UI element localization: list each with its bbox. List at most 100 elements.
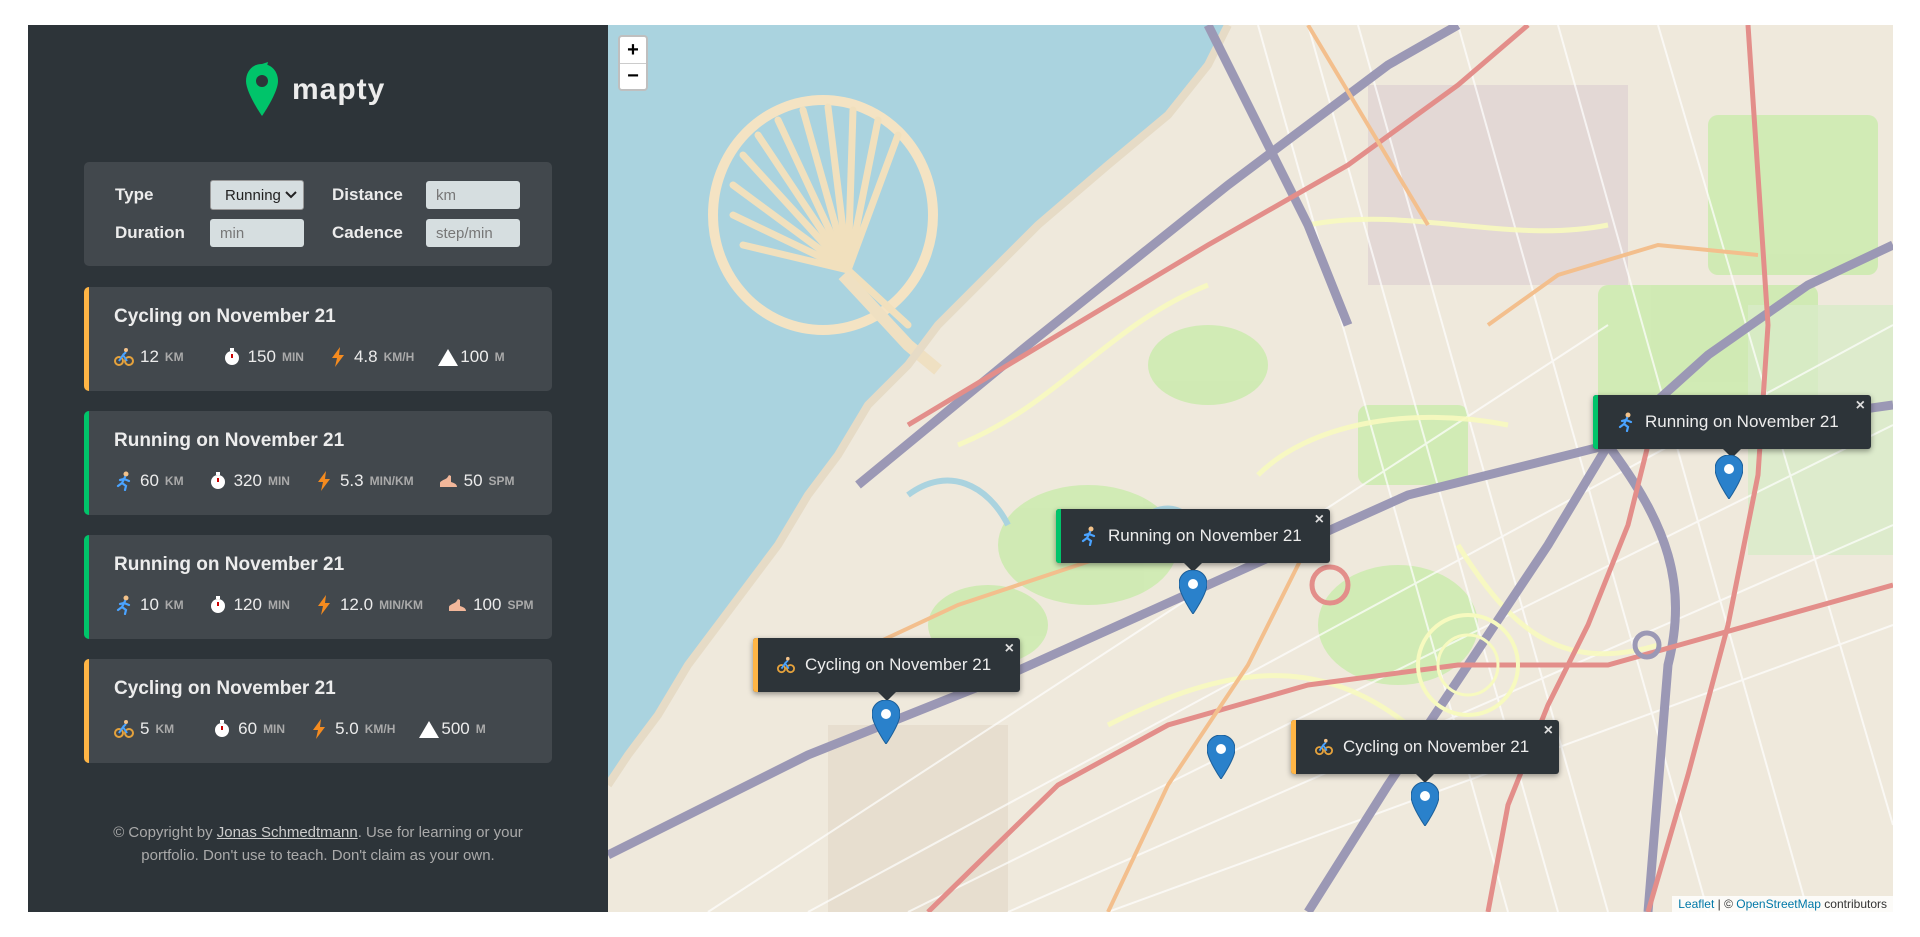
workout-popup[interactable]: Cycling on November 21 × bbox=[1291, 720, 1559, 783]
distance-unit: km bbox=[164, 350, 184, 364]
workout-popup[interactable]: Running on November 21 × bbox=[1056, 509, 1330, 572]
popup-close-button[interactable]: × bbox=[1315, 511, 1324, 529]
workout-distance: 12 km bbox=[114, 347, 184, 367]
type-select[interactable]: Running bbox=[210, 180, 304, 210]
copyright-text: © Copyright by Jonas Schmedtmann. Use fo… bbox=[84, 821, 552, 867]
distance-value: 12 bbox=[140, 347, 159, 366]
workout-title: Cycling on November 21 bbox=[114, 678, 336, 699]
workout-item[interactable]: Running on November 21 60 km 320 min bbox=[84, 411, 552, 515]
workout-title: Running on November 21 bbox=[114, 430, 345, 451]
popup-text: Running on November 21 bbox=[1645, 412, 1839, 431]
workout-title: Running on November 21 bbox=[114, 554, 345, 575]
workout-item[interactable]: Cycling on November 21 12 km 150 min bbox=[84, 287, 552, 391]
workout-speed: 5.0 km/h bbox=[309, 719, 395, 739]
duration-value: 320 bbox=[233, 471, 262, 490]
duration-value: 120 bbox=[233, 595, 262, 614]
runner-icon bbox=[114, 471, 134, 491]
workout-item[interactable]: Running on November 21 10 km 120 min bbox=[84, 535, 552, 639]
map-tiles[interactable] bbox=[608, 25, 1893, 912]
workout-speed: 4.8 km/h bbox=[328, 347, 414, 367]
workout-details: 5 km 60 min 5.0 km/h bbox=[114, 719, 510, 739]
map-marker[interactable] bbox=[872, 700, 900, 744]
pace-value: 12.0 bbox=[339, 595, 374, 614]
attribution-suffix: contributors bbox=[1820, 897, 1887, 911]
pace-unit: min/km bbox=[379, 598, 424, 612]
lightning-icon bbox=[309, 719, 329, 739]
cadence-input[interactable]: step/min bbox=[426, 219, 520, 247]
mountain-icon bbox=[419, 719, 440, 739]
workout-duration: 120 min bbox=[208, 595, 290, 615]
workout-distance: 60 km bbox=[114, 471, 184, 491]
workout-form: Type Running Distance km Duration min Ca… bbox=[84, 162, 552, 266]
workout-pace: 5.3 min/km bbox=[314, 471, 414, 491]
zoom-in-button[interactable]: + bbox=[620, 37, 646, 63]
workout-type-stripe bbox=[84, 287, 89, 391]
popup-close-button[interactable]: × bbox=[1856, 397, 1865, 415]
cyclist-icon bbox=[777, 656, 795, 674]
map-marker[interactable] bbox=[1715, 455, 1743, 499]
popup-text: Cycling on November 21 bbox=[1343, 737, 1530, 756]
popup-text: Running on November 21 bbox=[1108, 526, 1302, 545]
workout-popup[interactable]: Running on November 21 × bbox=[1593, 395, 1871, 458]
stopwatch-icon bbox=[208, 595, 228, 615]
pace-value: 5.3 bbox=[339, 471, 364, 490]
elevation-value: 500 bbox=[441, 719, 470, 738]
speed-value: 4.8 bbox=[353, 347, 378, 366]
popup-type-stripe bbox=[1291, 720, 1296, 774]
map[interactable]: + − Running on November 21 × Running on … bbox=[608, 25, 1893, 912]
app-container: mapty Type Running Distance km Duration … bbox=[28, 25, 1893, 912]
copyright-prefix: © Copyright by bbox=[113, 824, 217, 841]
cadence-placeholder: step/min bbox=[436, 224, 493, 242]
lightning-icon bbox=[314, 471, 334, 491]
distance-placeholder: km bbox=[436, 186, 456, 204]
distance-input[interactable]: km bbox=[426, 181, 520, 209]
distance-unit: km bbox=[155, 722, 175, 736]
workout-duration: 320 min bbox=[208, 471, 290, 491]
app-name: mapty bbox=[292, 73, 386, 106]
cadence-unit: spm bbox=[488, 474, 515, 488]
lightning-icon bbox=[314, 595, 334, 615]
type-select-value: Running bbox=[225, 186, 281, 204]
map-marker[interactable] bbox=[1179, 570, 1207, 614]
stopwatch-icon bbox=[222, 347, 242, 367]
duration-unit: min bbox=[281, 350, 304, 364]
runner-icon bbox=[1617, 412, 1635, 432]
popup-close-button[interactable]: × bbox=[1005, 640, 1014, 658]
pace-unit: min/km bbox=[369, 474, 414, 488]
cadence-unit: spm bbox=[507, 598, 534, 612]
type-label: Type bbox=[115, 185, 154, 204]
runner-icon bbox=[114, 595, 134, 615]
distance-value: 10 bbox=[140, 595, 159, 614]
cyclist-icon bbox=[114, 347, 134, 367]
duration-unit: min bbox=[263, 722, 286, 736]
workout-popup[interactable]: Cycling on November 21 × bbox=[753, 638, 1020, 701]
author-link[interactable]: Jonas Schmedtmann bbox=[217, 824, 358, 841]
cadence-label: Cadence bbox=[332, 223, 403, 242]
popup-text: Cycling on November 21 bbox=[805, 655, 992, 674]
workout-distance: 5 km bbox=[114, 719, 174, 739]
distance-unit: km bbox=[164, 474, 184, 488]
duration-placeholder: min bbox=[220, 224, 245, 242]
duration-label: Duration bbox=[115, 223, 185, 242]
map-attribution: Leaflet | © OpenStreetMap contributors bbox=[1672, 896, 1893, 912]
workout-title: Cycling on November 21 bbox=[114, 306, 336, 327]
speed-value: 5.0 bbox=[335, 719, 359, 738]
zoom-out-button[interactable]: − bbox=[620, 63, 646, 89]
popup-close-button[interactable]: × bbox=[1544, 722, 1553, 740]
leaflet-link[interactable]: Leaflet bbox=[1678, 897, 1714, 911]
map-marker[interactable] bbox=[1411, 782, 1439, 826]
chevron-down-icon bbox=[285, 191, 297, 199]
mountain-icon bbox=[438, 347, 459, 367]
duration-input[interactable]: min bbox=[210, 219, 304, 247]
stopwatch-icon bbox=[208, 471, 228, 491]
cadence-value: 50 bbox=[463, 471, 483, 490]
workout-distance: 10 km bbox=[114, 595, 184, 615]
osm-link[interactable]: OpenStreetMap bbox=[1736, 897, 1821, 911]
workout-type-stripe bbox=[84, 659, 89, 763]
workout-details: 60 km 320 min 5.3 min/km bbox=[114, 471, 539, 491]
elevation-value: 100 bbox=[460, 347, 489, 366]
duration-unit: min bbox=[267, 474, 290, 488]
map-marker[interactable] bbox=[1207, 735, 1235, 779]
workout-item[interactable]: Cycling on November 21 5 km 60 min bbox=[84, 659, 552, 763]
workout-details: 10 km 120 min 12.0 min/km bbox=[114, 595, 552, 615]
